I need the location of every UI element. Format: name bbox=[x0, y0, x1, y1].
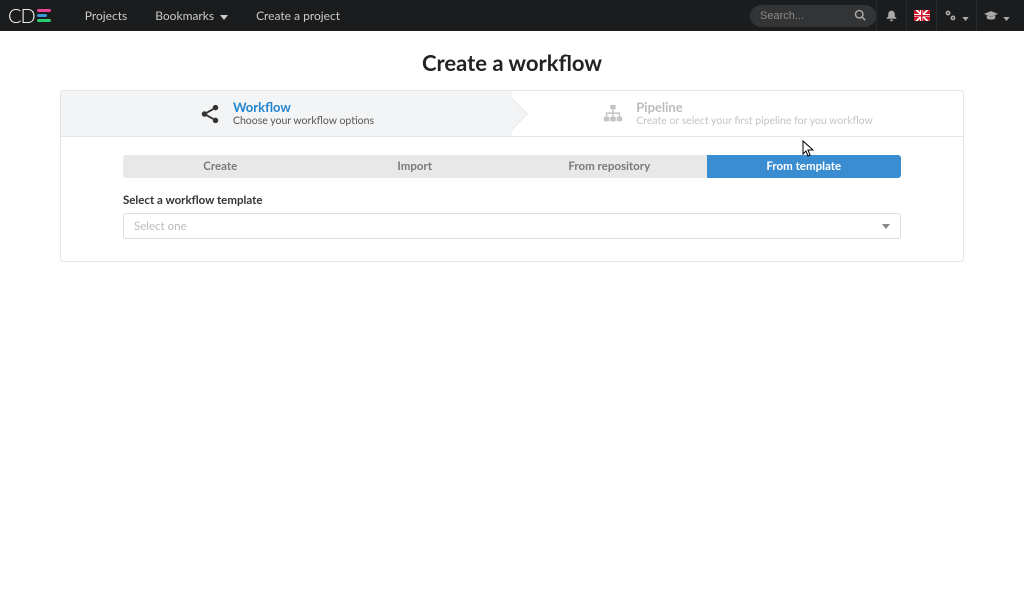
wizard-steps: Workflow Choose your workflow options Pi… bbox=[61, 91, 963, 137]
nav-bookmarks-label: Bookmarks bbox=[155, 8, 214, 23]
wizard-box: Workflow Choose your workflow options Pi… bbox=[60, 90, 964, 262]
tab-import[interactable]: Import bbox=[318, 155, 513, 178]
tab-from-repository[interactable]: From repository bbox=[512, 155, 707, 178]
caret-down-icon bbox=[962, 8, 969, 24]
page-title: Create a workflow bbox=[0, 49, 1024, 76]
step-pipeline[interactable]: Pipeline Create or select your first pip… bbox=[512, 91, 963, 136]
tabs: Create Import From repository From templ… bbox=[123, 155, 901, 178]
nav-links: Projects Bookmarks Create a project bbox=[71, 0, 354, 31]
language-flag[interactable] bbox=[906, 0, 936, 31]
sitemap-icon bbox=[602, 103, 624, 125]
cogs-icon bbox=[944, 9, 957, 22]
template-select-placeholder: Select one bbox=[134, 220, 187, 233]
user-menu[interactable] bbox=[976, 0, 1016, 31]
step-workflow[interactable]: Workflow Choose your workflow options bbox=[61, 91, 512, 136]
chevron-down-icon bbox=[882, 220, 890, 232]
notifications-icon[interactable] bbox=[876, 0, 906, 31]
logo-text: CD bbox=[8, 4, 35, 28]
tab-from-template[interactable]: From template bbox=[707, 155, 902, 178]
step-workflow-desc: Choose your workflow options bbox=[233, 115, 374, 128]
search-box[interactable] bbox=[750, 5, 876, 27]
search-input[interactable] bbox=[760, 10, 854, 22]
nav-projects[interactable]: Projects bbox=[71, 0, 141, 31]
form-area: Select a workflow template Select one bbox=[61, 178, 963, 261]
step-workflow-title: Workflow bbox=[233, 99, 374, 115]
step-pipeline-desc: Create or select your first pipeline for… bbox=[636, 115, 873, 128]
uk-flag-icon bbox=[914, 10, 930, 21]
nav-create-project[interactable]: Create a project bbox=[242, 0, 354, 31]
caret-down-icon bbox=[220, 8, 228, 23]
share-icon bbox=[199, 103, 221, 125]
graduation-cap-icon bbox=[984, 10, 998, 22]
step-pipeline-title: Pipeline bbox=[636, 99, 873, 115]
tab-create[interactable]: Create bbox=[123, 155, 318, 178]
search-icon[interactable] bbox=[854, 8, 866, 24]
top-nav: CD Projects Bookmarks Create a project bbox=[0, 0, 1024, 31]
caret-down-icon bbox=[1003, 8, 1010, 24]
template-select[interactable]: Select one bbox=[123, 213, 901, 239]
template-select-label: Select a workflow template bbox=[123, 194, 901, 207]
logo-bars-icon bbox=[37, 9, 51, 22]
settings-menu[interactable] bbox=[936, 0, 976, 31]
nav-bookmarks[interactable]: Bookmarks bbox=[141, 0, 242, 31]
logo[interactable]: CD bbox=[8, 0, 51, 31]
